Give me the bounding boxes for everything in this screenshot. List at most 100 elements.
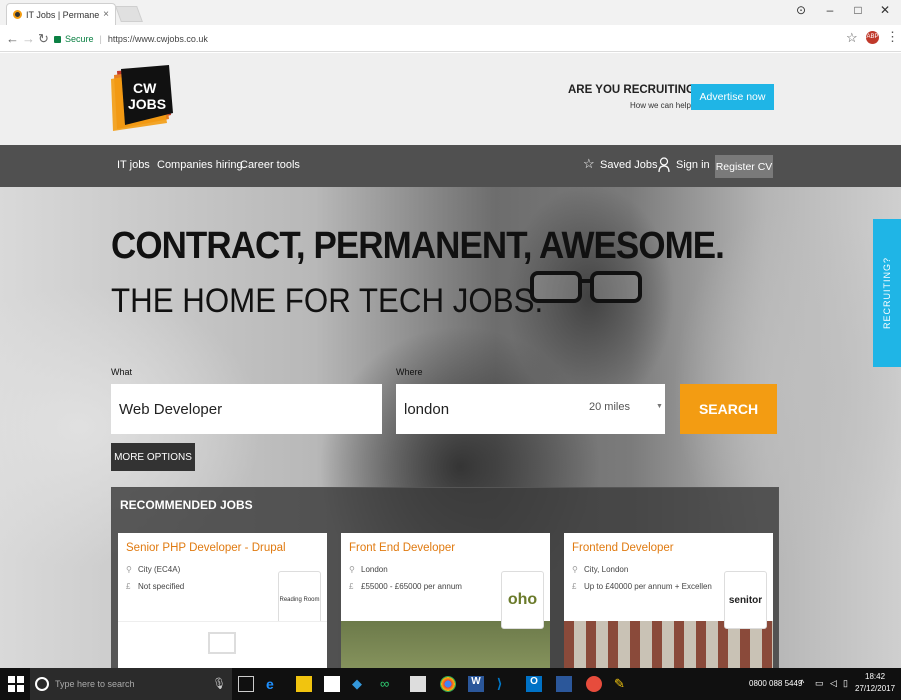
store-icon[interactable] bbox=[324, 676, 340, 692]
company-logo: oho bbox=[501, 571, 544, 629]
chevron-down-icon[interactable]: ▼ bbox=[656, 403, 663, 410]
outlook-icon[interactable]: O bbox=[526, 676, 542, 692]
browser-menu-icon[interactable]: ⋮ bbox=[886, 29, 899, 45]
browser-tab[interactable]: IT Jobs | Permanent & co × bbox=[6, 3, 116, 25]
close-window-icon[interactable]: ✕ bbox=[875, 3, 895, 17]
recruiting-side-tab-label: RECRUITING? bbox=[882, 257, 892, 330]
forward-icon[interactable]: → bbox=[22, 31, 35, 46]
back-icon[interactable]: ← bbox=[6, 31, 19, 46]
clock-time: 18:42 bbox=[865, 672, 886, 681]
network-icon[interactable]: ▭ bbox=[815, 678, 824, 689]
recruiting-question: ARE YOU RECRUITING? bbox=[568, 84, 702, 96]
task-view-icon[interactable] bbox=[238, 676, 254, 692]
secure-label: Secure bbox=[65, 33, 94, 44]
volume-icon[interactable]: ◁ bbox=[830, 678, 837, 689]
app-tool-icon[interactable]: ✎ bbox=[614, 676, 630, 692]
minimize-icon[interactable]: – bbox=[820, 3, 840, 17]
what-input[interactable]: Web Developer bbox=[111, 384, 382, 434]
logo-text-jobs: JOBS bbox=[128, 96, 166, 112]
hero-photo-glasses bbox=[530, 271, 642, 303]
microphone-icon[interactable]: 🎙 bbox=[212, 677, 226, 690]
tab-title: IT Jobs | Permanent & co bbox=[26, 9, 100, 20]
cortana-icon bbox=[35, 677, 49, 691]
dropbox-icon[interactable]: ◆ bbox=[352, 676, 368, 692]
job-salary: Not specified bbox=[138, 582, 185, 591]
job-location: London bbox=[361, 565, 388, 574]
salary-icon: £ bbox=[126, 582, 131, 591]
file-explorer-icon[interactable] bbox=[296, 676, 312, 692]
tab-close-icon[interactable]: × bbox=[103, 9, 109, 20]
advertise-button[interactable]: Advertise now bbox=[691, 84, 774, 110]
mail-icon[interactable] bbox=[410, 676, 426, 692]
hero-subheadline: THE HOME FOR TECH JOBS. bbox=[111, 282, 544, 320]
search-button[interactable]: SEARCH bbox=[680, 384, 777, 434]
job-location: City, London bbox=[584, 565, 629, 574]
job-card[interactable]: Front End Developer ⚲ London £ £55000 - £6… bbox=[341, 533, 550, 668]
job-card[interactable]: Senior PHP Developer - Drupal ⚲ City (EC4… bbox=[118, 533, 327, 668]
recommended-jobs-panel: RECOMMENDED JOBS Senior PHP Developer - … bbox=[111, 487, 779, 668]
tray-chevron-icon[interactable]: ^ bbox=[800, 678, 804, 688]
recommended-jobs-title: RECOMMENDED JOBS bbox=[120, 498, 253, 512]
salary-icon: £ bbox=[349, 582, 354, 591]
salary-icon: £ bbox=[572, 582, 577, 591]
profile-icon[interactable]: ⊙ bbox=[791, 3, 811, 17]
browser-tab-bar: IT Jobs | Permanent & co × ⊙ – □ ✕ bbox=[0, 0, 901, 25]
job-title-link[interactable]: Senior PHP Developer - Drupal bbox=[126, 542, 286, 554]
lock-icon bbox=[54, 36, 61, 43]
nav-sign-in[interactable]: Sign in bbox=[676, 159, 710, 171]
location-pin-icon: ⚲ bbox=[572, 565, 578, 574]
job-salary: Up to £40000 per annum + Excellent b... bbox=[584, 582, 712, 591]
extension-icon[interactable]: ABP bbox=[866, 31, 879, 44]
nav-saved-jobs[interactable]: Saved Jobs bbox=[600, 159, 657, 171]
job-salary: £55000 - £65000 per annum bbox=[361, 582, 462, 591]
vscode-icon[interactable]: ⟩ bbox=[497, 676, 513, 692]
register-cv-button[interactable]: Register CV bbox=[715, 155, 773, 178]
windows-start-icon[interactable] bbox=[8, 676, 24, 692]
nav-companies-hiring[interactable]: Companies hiring bbox=[157, 159, 243, 171]
edge-icon[interactable]: e bbox=[266, 676, 282, 692]
radius-select[interactable]: 20 miles bbox=[589, 401, 630, 413]
site-header: CW JOBS ARE YOU RECRUITING? How we can h… bbox=[0, 53, 901, 145]
clock-date: 27/12/2017 bbox=[855, 684, 896, 693]
taskbar-search-placeholder: Type here to search bbox=[55, 679, 135, 689]
app-red-icon[interactable] bbox=[586, 676, 602, 692]
url-text: https://www.cwjobs.co.uk bbox=[107, 33, 208, 44]
taskbar-search-input[interactable]: Type here to search 🎙 bbox=[30, 668, 232, 700]
user-icon bbox=[658, 157, 670, 173]
location-pin-icon: ⚲ bbox=[126, 565, 132, 574]
job-card-image bbox=[118, 621, 327, 668]
more-options-button[interactable]: MORE OPTIONS bbox=[111, 443, 195, 471]
job-card[interactable]: Frontend Developer ⚲ City, London £ Up to … bbox=[564, 533, 773, 668]
reload-icon[interactable]: ↻ bbox=[38, 31, 49, 47]
app-icon[interactable]: ∞ bbox=[380, 676, 396, 692]
nav-it-jobs[interactable]: IT jobs bbox=[117, 159, 150, 171]
new-tab-button[interactable] bbox=[115, 6, 143, 22]
star-icon: ☆ bbox=[583, 156, 595, 171]
recruiting-side-tab[interactable]: RECRUITING? bbox=[873, 219, 901, 367]
chrome-icon[interactable] bbox=[440, 676, 456, 692]
battery-icon[interactable]: ▯ bbox=[843, 678, 848, 689]
how-we-help-link[interactable]: How we can help bbox=[630, 101, 691, 110]
hero-section: CONTRACT, PERMANENT, AWESOME. THE HOME F… bbox=[0, 187, 901, 668]
cwjobs-logo[interactable]: CW JOBS bbox=[111, 65, 173, 131]
job-title-link[interactable]: Front End Developer bbox=[349, 542, 455, 554]
logo-text-cw: CW bbox=[133, 80, 157, 96]
url-field[interactable]: Secure | https://www.cwjobs.co.uk bbox=[54, 28, 860, 49]
hero-headline: CONTRACT, PERMANENT, AWESOME. bbox=[111, 225, 725, 267]
taskbar-clock[interactable]: 18:42 27/12/2017 bbox=[855, 671, 895, 695]
company-logo: senitor bbox=[724, 571, 767, 629]
windows-taskbar: Type here to search 🎙 e ◆ ∞ W ⟩ O ✎ 0800… bbox=[0, 668, 901, 700]
main-nav: IT jobs Companies hiring Career tools ☆ … bbox=[0, 145, 901, 187]
job-title-link[interactable]: Frontend Developer bbox=[572, 542, 674, 554]
site-favicon-icon bbox=[13, 10, 22, 19]
where-label: Where bbox=[396, 367, 423, 377]
word-icon[interactable]: W bbox=[468, 676, 484, 692]
app-window-icon[interactable] bbox=[556, 676, 572, 692]
url-separator: | bbox=[99, 33, 102, 44]
bookmark-star-icon[interactable]: ☆ bbox=[846, 30, 858, 46]
phone-number: 0800 088 5449 bbox=[749, 679, 803, 688]
nav-career-tools[interactable]: Career tools bbox=[240, 159, 300, 171]
placeholder-image-icon bbox=[208, 632, 236, 654]
what-label: What bbox=[111, 367, 133, 377]
maximize-icon[interactable]: □ bbox=[848, 3, 868, 17]
